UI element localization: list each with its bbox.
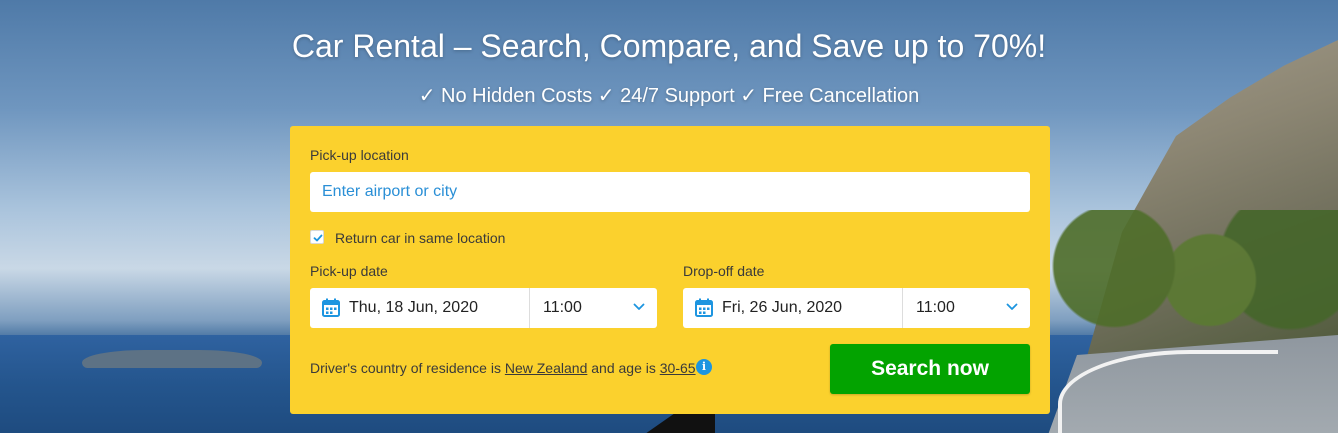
residence-prefix: Driver's country of residence is bbox=[310, 360, 501, 376]
chevron-down-icon[interactable] bbox=[633, 303, 645, 311]
return-same-location-label[interactable]: Return car in same location bbox=[335, 230, 505, 246]
vegetation-background bbox=[1018, 210, 1338, 350]
dropoff-time-select[interactable]: 11:00 bbox=[916, 299, 955, 317]
pickup-date-label: Pick-up date bbox=[310, 263, 388, 279]
calendar-icon bbox=[695, 298, 713, 317]
dropoff-date-value: Fri, 26 Jun, 2020 bbox=[722, 299, 843, 316]
calendar-icon bbox=[322, 298, 340, 317]
page-title: Car Rental – Search, Compare, and Save u… bbox=[291, 28, 1047, 64]
chevron-down-icon[interactable] bbox=[1006, 303, 1018, 311]
pickup-time-select[interactable]: 11:00 bbox=[543, 299, 582, 317]
driver-details-text: Driver's country of residence is New Zea… bbox=[310, 360, 696, 376]
dropoff-date-label: Drop-off date bbox=[683, 263, 765, 279]
island-background bbox=[82, 350, 262, 368]
pickup-location-input[interactable] bbox=[310, 172, 1030, 212]
pickup-date-value: Thu, 18 Jun, 2020 bbox=[349, 299, 478, 316]
search-panel: Pick-up location Return car in same loca… bbox=[290, 126, 1050, 414]
search-button[interactable]: Search now bbox=[830, 344, 1030, 394]
checkmark-icon bbox=[313, 234, 323, 242]
age-prefix: and age is bbox=[591, 360, 656, 376]
age-range-link[interactable]: 30-65 bbox=[660, 360, 696, 376]
residence-country-link[interactable]: New Zealand bbox=[505, 360, 588, 376]
pickup-datetime-field: Thu, 18 Jun, 2020 11:00 bbox=[310, 288, 657, 328]
pickup-location-label: Pick-up location bbox=[310, 147, 409, 163]
return-same-location-checkbox[interactable] bbox=[310, 230, 324, 244]
dropoff-datetime-field: Fri, 26 Jun, 2020 11:00 bbox=[683, 288, 1030, 328]
benefits-subtitle: ✓ No Hidden Costs ✓ 24/7 Support ✓ Free … bbox=[418, 85, 920, 107]
pickup-date-picker[interactable]: Thu, 18 Jun, 2020 bbox=[310, 288, 530, 328]
dropoff-date-picker[interactable]: Fri, 26 Jun, 2020 bbox=[683, 288, 903, 328]
info-icon[interactable]: i bbox=[696, 359, 712, 375]
